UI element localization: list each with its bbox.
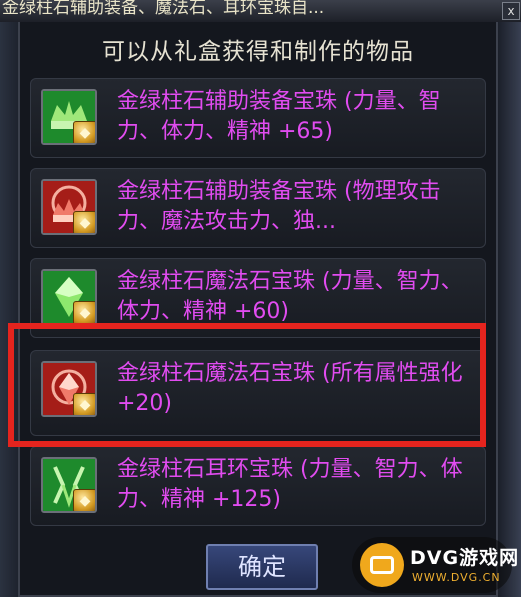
list-item[interactable]: ◆ 金绿柱石辅助装备宝珠 (力量、智力、体力、精神 +65)	[30, 78, 486, 158]
window-title-bar: 金绿柱石辅助装备、魔法石、耳环宝珠自... x	[0, 0, 521, 23]
item-label: 金绿柱石辅助装备宝珠 (物理攻击力、魔法攻击力、独...	[117, 179, 441, 234]
obtainable-items-dialog: 可以从礼盒获得和制作的物品 ◆ 金绿柱石辅助装备宝珠 (力量、智力、体力、精神 …	[18, 22, 498, 597]
confirm-button[interactable]: 确定	[206, 544, 318, 590]
item-label: 金绿柱石魔法石宝珠 (力量、智力、体力、精神 +60)	[117, 269, 463, 324]
item-label: 金绿柱石辅助装备宝珠 (力量、智力、体力、精神 +65)	[117, 89, 441, 144]
gold-badge-icon: ◆	[73, 121, 95, 143]
item-label: 金绿柱石耳环宝珠 (力量、智力、体力、精神 +125)	[117, 457, 463, 512]
red-crown-gem-icon: ◆	[41, 179, 97, 235]
window-title: 金绿柱石辅助装备、魔法石、耳环宝珠自...	[2, 0, 325, 18]
list-item[interactable]: ◆ 金绿柱石辅助装备宝珠 (物理攻击力、魔法攻击力、独...	[30, 168, 486, 248]
green-crown-gem-icon: ◆	[41, 89, 97, 145]
highlight-box	[8, 323, 486, 447]
gold-badge-icon: ◆	[73, 489, 95, 511]
dialog-header: 可以从礼盒获得和制作的物品	[102, 39, 414, 65]
list-item[interactable]: ◆ 金绿柱石耳环宝珠 (力量、智力、体力、精神 +125)	[30, 446, 486, 526]
close-button[interactable]: x	[502, 2, 520, 20]
gold-badge-icon: ◆	[73, 211, 95, 233]
green-earring-gem-icon: ◆	[41, 457, 97, 513]
watermark-brand: DVG游戏网	[410, 547, 520, 569]
gold-badge-icon: ◆	[73, 301, 95, 323]
green-crystal-gem-icon: ◆	[41, 269, 97, 325]
watermark-url: WWW.DVG.CN	[412, 571, 501, 584]
background-right	[497, 22, 521, 597]
gamepad-logo-icon	[360, 543, 404, 587]
watermark: DVG游戏网 WWW.DVG.CN	[352, 537, 518, 593]
